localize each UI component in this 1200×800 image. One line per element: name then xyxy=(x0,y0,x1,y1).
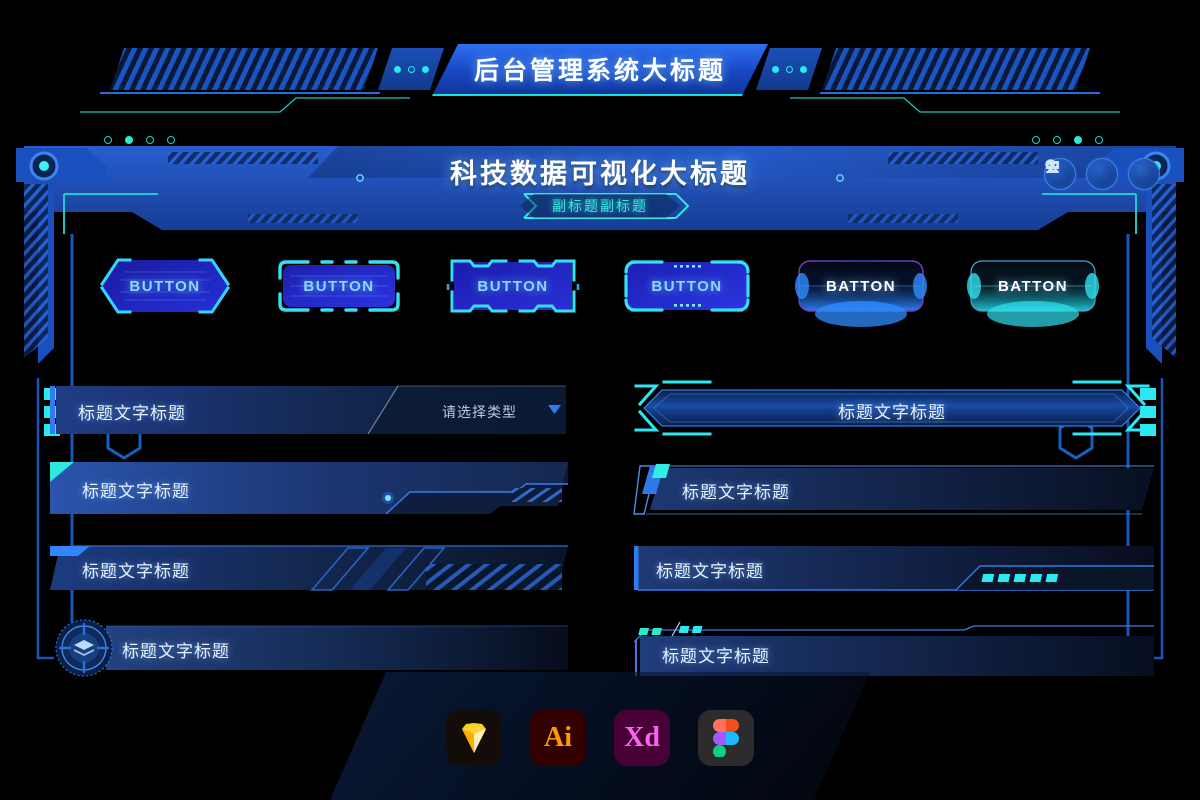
top-banner: 后台管理系统大标题 xyxy=(0,44,1200,144)
radar-target-icon xyxy=(55,619,113,677)
chevron-down-icon[interactable] xyxy=(548,405,561,415)
banner-dots-right xyxy=(756,48,822,90)
button-label: BUTTON xyxy=(303,277,375,295)
button-label: BUTTON xyxy=(129,277,201,295)
sketch-icon[interactable] xyxy=(446,710,502,766)
left-bar-diagonal-hatch[interactable]: 标题文字标题 xyxy=(50,540,568,596)
illustrator-label: Ai xyxy=(544,722,572,753)
button-glow-cyan[interactable]: BATTON xyxy=(967,258,1099,327)
right-bar-slanted-accent[interactable]: 标题文字标题 xyxy=(633,462,1154,518)
banner-dot xyxy=(422,66,429,73)
banner-dot xyxy=(772,66,779,73)
button-hexagon[interactable]: BUTTON xyxy=(99,258,231,314)
bar-title: 标题文字标题 xyxy=(122,642,230,661)
screen-root: 后台管理系统大标题 科技数据可视化大标题 副标题副标题 BUTTON BUTTO… xyxy=(0,0,1200,800)
adobe-xd-label: Xd xyxy=(624,722,660,753)
banner-hatch-left xyxy=(110,48,378,90)
figma-icon[interactable] xyxy=(698,710,754,766)
dashboard-subtitle: 副标题副标题 xyxy=(552,198,648,214)
left-bar-with-select[interactable]: 标题文字标题 请选择类型 xyxy=(50,385,566,435)
button-row: BUTTON BUTTON BUTTON BUTTON BATTON BATTO… xyxy=(0,258,1200,328)
bar-title: 标题文字标题 xyxy=(78,404,186,423)
bar-title: 标题文字标题 xyxy=(82,482,190,501)
bar-title: 标题文字标题 xyxy=(838,403,946,422)
button-dotted-capsule[interactable]: BUTTON xyxy=(622,258,752,314)
right-bar-corner-ticks[interactable]: 标题文字标题 xyxy=(633,620,1154,678)
illustrator-icon[interactable]: Ai xyxy=(530,710,586,766)
header-icon-group xyxy=(1044,158,1160,190)
bar-title: 标题文字标题 xyxy=(82,562,190,581)
bar-title: 标题文字标题 xyxy=(662,647,770,666)
app-icon-row: Ai Xd xyxy=(0,706,1200,770)
button-rounded-brackets[interactable]: BUTTON xyxy=(274,258,404,314)
banner-dots-left xyxy=(378,48,444,90)
app-title: 后台管理系统大标题 xyxy=(473,57,726,85)
banner-hatch-right xyxy=(822,48,1090,90)
left-bar-radar-icon[interactable]: 标题文字标题 xyxy=(50,618,568,680)
app-title-plate: 后台管理系统大标题 xyxy=(432,44,768,96)
banner-dot xyxy=(408,66,415,73)
button-notched[interactable]: BUTTON xyxy=(446,258,580,314)
button-label: BATTON xyxy=(997,277,1069,295)
banner-underline-left xyxy=(80,92,410,114)
user-icon[interactable] xyxy=(1045,158,1160,190)
banner-dot xyxy=(800,66,807,73)
right-bar-centered-hexbanner[interactable]: 标题文字标题 xyxy=(634,380,1150,436)
select-value[interactable]: 请选择类型 xyxy=(442,402,517,422)
left-bar-angled-stripes[interactable]: 标题文字标题 xyxy=(50,462,568,515)
button-label: BUTTON xyxy=(651,277,723,295)
bar-title: 标题文字标题 xyxy=(682,483,790,502)
message-icon[interactable] xyxy=(1046,158,1118,190)
dashboard-title-wrap: 科技数据可视化大标题 xyxy=(380,148,820,194)
adobe-xd-icon[interactable]: Xd xyxy=(614,710,670,766)
banner-underline-right xyxy=(790,92,1120,114)
bar-title: 标题文字标题 xyxy=(656,562,764,581)
banner-dot xyxy=(394,66,401,73)
right-bar-dash-indicators[interactable]: 标题文字标题 xyxy=(634,542,1154,596)
banner-dot xyxy=(786,66,793,73)
button-label: BUTTON xyxy=(477,277,549,295)
dashboard-subtitle-wrap: 副标题副标题 xyxy=(520,194,680,218)
dashboard-title: 科技数据可视化大标题 xyxy=(450,158,750,189)
button-glow-blue[interactable]: BATTON xyxy=(795,258,927,327)
button-label: BATTON xyxy=(825,277,897,295)
